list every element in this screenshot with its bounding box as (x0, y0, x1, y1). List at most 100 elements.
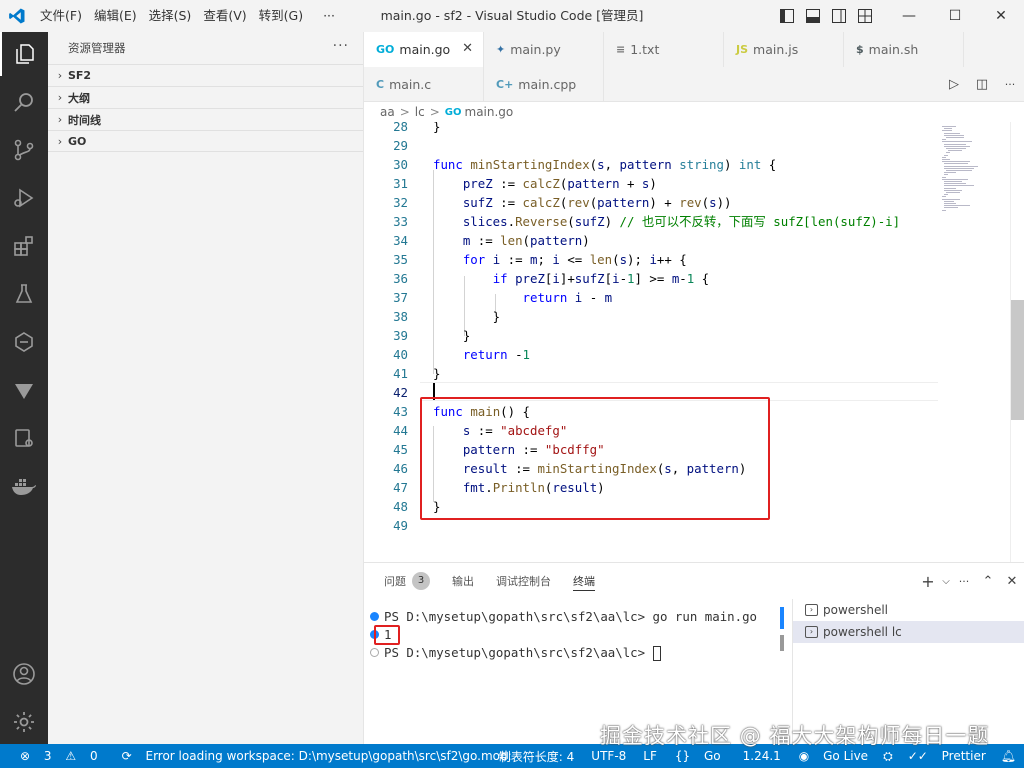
split-editor-icon[interactable]: ◫ (968, 77, 996, 92)
close-tab-icon[interactable]: ✕ (462, 41, 473, 56)
testing-icon[interactable] (0, 272, 48, 316)
line-number: 37 (393, 290, 408, 305)
tab-main-cpp[interactable]: C+ main.cpp (484, 67, 604, 102)
minimap-line (942, 130, 952, 132)
minimize-icon[interactable]: — (886, 0, 932, 32)
extensions-icon[interactable] (0, 224, 48, 268)
watermark: 掘金技术社区 @ 福大大架构师每日一题 (600, 724, 990, 748)
terminal-icon: › (805, 604, 818, 616)
panel-more-actions-icon[interactable]: ··· (952, 575, 976, 588)
scrollbar-thumb[interactable] (1011, 300, 1024, 420)
vscode-logo-icon[interactable] (0, 0, 34, 32)
line-number: 46 (393, 461, 408, 476)
tab-main-js[interactable]: JS main.js (724, 32, 844, 67)
run-debug-icon[interactable] (0, 176, 48, 220)
tab-debug-console[interactable]: 调试控制台 (496, 563, 551, 599)
code-text: } (433, 499, 441, 514)
workspace-error-message[interactable]: ⟳ Error loading workspace: D:\mysetup\go… (112, 749, 512, 763)
toggle-secondary-sidebar-icon[interactable] (826, 0, 852, 32)
tab-label: main.go (399, 42, 451, 57)
section-sf2[interactable]: › SF2 (48, 64, 363, 86)
tab-terminal[interactable]: 终端 (573, 563, 595, 599)
menu-goto[interactable]: 转到(G) (253, 0, 309, 32)
code-text: slices.Reverse(sufZ) // 也可以不反转，下面写 sufZ[… (462, 214, 901, 229)
manage-gear-icon[interactable] (0, 700, 48, 744)
terminal-instance-powershell[interactable]: › powershell (793, 599, 1024, 621)
code-text: preZ := calcZ(pattern + s) (462, 176, 657, 191)
notifications-bell-icon[interactable]: 🔔︎ (1001, 749, 1016, 763)
highlight-box-output (374, 625, 400, 645)
tab-main-go[interactable]: GO main.go ✕ (364, 32, 484, 67)
source-control-icon[interactable] (0, 128, 48, 172)
line-number: 48 (393, 499, 408, 514)
run-code-icon[interactable]: ▷ (940, 77, 968, 92)
language-status[interactable]: {} Go (670, 749, 726, 763)
docker-icon[interactable] (0, 464, 48, 508)
editor-vertical-scrollbar[interactable] (1010, 122, 1024, 562)
editor-more-actions-icon[interactable]: ··· (996, 78, 1024, 91)
code-text: func minStartingIndex(s, pattern string)… (433, 157, 777, 172)
eol-status[interactable]: LF (643, 749, 657, 763)
close-panel-icon[interactable]: ✕ (1000, 574, 1024, 589)
tab-main-py[interactable]: ✦ main.py (484, 32, 604, 67)
go-live-status[interactable]: ◉ Go Live (794, 749, 873, 763)
minimap-line (948, 150, 962, 152)
warning-count: 0 (89, 749, 98, 763)
code-editor[interactable]: 28} 29 30 func minStartingIndex(s, pattern … (364, 122, 938, 562)
terminal-instance-powershell-lc[interactable]: › powershell lc (793, 621, 1024, 643)
tab-problems[interactable]: 问题 3 (384, 563, 430, 599)
chevron-down-icon[interactable]: ⌵ (940, 576, 952, 587)
go-version-status[interactable]: 1.24.1 (743, 749, 781, 763)
menu-more[interactable]: ··· (309, 0, 341, 32)
menu-bar: 文件(F) 编辑(E) 选择(S) 查看(V) 转到(G) ··· (34, 0, 341, 32)
customize-layout-icon[interactable] (852, 0, 878, 32)
breadcrumb-item[interactable]: lc (415, 105, 425, 119)
section-go[interactable]: › GO (48, 130, 363, 152)
code-line: 45 pattern := "bcdffg" (364, 440, 938, 459)
code-text: } (433, 309, 501, 324)
code-text: m := len(pattern) (462, 233, 590, 248)
breadcrumb-item[interactable]: main.go (465, 105, 514, 119)
encoding-status[interactable]: UTF-8 (591, 749, 626, 763)
terminal-scrollbar[interactable] (780, 607, 784, 687)
tab-main-c[interactable]: Cmain.c (364, 67, 484, 102)
maximize-panel-icon[interactable]: ⌃ (976, 574, 1000, 589)
toggle-primary-sidebar-icon[interactable] (774, 0, 800, 32)
menu-edit[interactable]: 编辑(E) (88, 0, 143, 32)
accounts-icon[interactable] (0, 652, 48, 696)
toggle-panel-icon[interactable] (800, 0, 826, 32)
explorer-icon[interactable] (0, 32, 48, 76)
copilot-icon[interactable]: ⛭ (883, 749, 893, 764)
remote-icon[interactable] (0, 416, 48, 460)
gitlens-icon[interactable] (0, 368, 48, 412)
search-icon[interactable] (0, 80, 48, 124)
menu-view[interactable]: 查看(V) (197, 0, 252, 32)
minimap-line (942, 196, 946, 198)
minimap-line (944, 185, 974, 187)
section-timeline[interactable]: › 时间线 (48, 108, 363, 130)
menu-selection[interactable]: 选择(S) (143, 0, 198, 32)
menu-file[interactable]: 文件(F) (34, 0, 88, 32)
problems-status[interactable]: ⊗ 3 ⚠ 0 (10, 749, 98, 763)
new-terminal-icon[interactable]: + (916, 572, 940, 591)
tab-label: 调试控制台 (496, 575, 551, 588)
tab-main-sh[interactable]: $ main.sh (844, 32, 964, 67)
explorer-more-actions-icon[interactable]: ··· (333, 38, 349, 54)
indentation-status[interactable]: 制表符长度: 4 (499, 748, 575, 765)
breadcrumb-item[interactable]: aa (380, 105, 395, 119)
code-text: sufZ := calcZ(rev(pattern) + rev(s)) (462, 195, 732, 210)
minimap-line (942, 209, 946, 211)
code-line: 42 (364, 383, 938, 402)
close-window-icon[interactable]: ✕ (978, 0, 1024, 32)
maximize-icon[interactable]: ☐ (932, 0, 978, 32)
minimap[interactable] (938, 122, 1010, 562)
tab-output[interactable]: 输出 (452, 563, 474, 599)
code-line: 48} (364, 497, 938, 516)
tab-1-txt[interactable]: ≡ 1.txt (604, 32, 724, 67)
remote-explorer-icon[interactable] (0, 320, 48, 364)
minimap-line (944, 203, 956, 204)
section-outline[interactable]: › 大纲 (48, 86, 363, 108)
sync-icon: ⟳ (121, 749, 132, 763)
go-file-icon: GO (444, 106, 462, 118)
prettier-status[interactable]: ✓✓ Prettier (903, 749, 991, 763)
